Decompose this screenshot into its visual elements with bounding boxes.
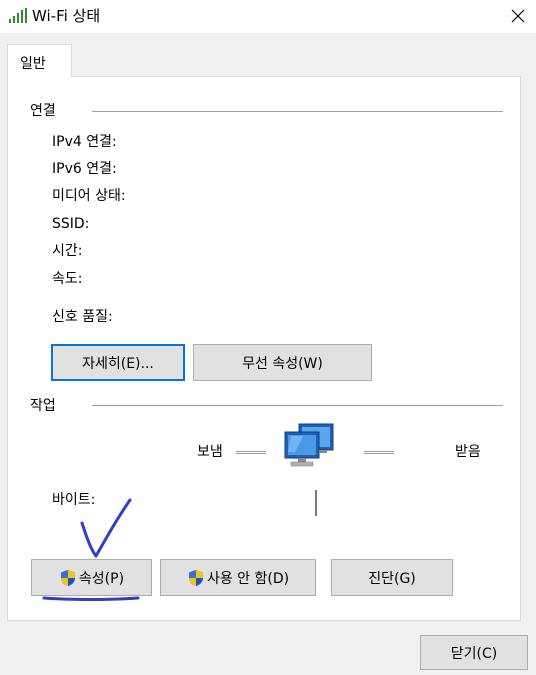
speed-label: 속도: [52,271,83,287]
uac-shield-icon [60,569,75,586]
bytes-label: 바이트: [52,492,96,508]
title-bar: Wi-Fi 상태 [0,0,536,33]
duration-label: 시간: [52,243,83,259]
tab-general-label: 일반 [20,56,46,72]
disable-button-label: 사용 안 함(D) [206,570,290,587]
wireless-properties-button-label: 무선 속성(W) [242,355,323,372]
sent-label: 보냄 [197,444,223,460]
close-dialog-button[interactable]: 닫기(C) [420,635,528,670]
disable-button[interactable]: 사용 안 함(D) [160,559,316,596]
close-icon [511,9,525,23]
network-computers-icon [284,423,334,467]
activity-divider [92,405,503,406]
ssid-label: SSID: [52,216,90,232]
connection-section-label: 연결 [30,103,56,119]
close-window-button[interactable] [500,0,536,33]
ipv6-connection-label: IPv6 연결: [52,161,117,177]
details-button[interactable]: 자세히(E)... [51,344,185,381]
received-label: 받음 [455,444,481,460]
received-line [364,451,394,454]
details-button-label: 자세히(E)... [82,355,154,372]
activity-section-label: 작업 [30,398,56,414]
properties-button-label: 속성(P) [78,570,125,587]
uac-shield-icon [188,569,203,586]
tab-general[interactable]: 일반 [7,44,72,77]
connection-divider [92,111,503,112]
wifi-signal-icon [9,8,27,23]
properties-button[interactable]: 속성(P) [31,559,152,596]
window-title: Wi-Fi 상태 [32,7,101,25]
diagnose-button-label: 진단(G) [368,570,416,587]
close-dialog-button-label: 닫기(C) [450,645,498,662]
ipv4-connection-label: IPv4 연결: [52,134,117,150]
media-state-label: 미디어 상태: [52,188,126,204]
sent-line [236,451,266,454]
diagnose-button[interactable]: 진단(G) [331,559,453,596]
signal-quality-label: 신호 품질: [52,309,113,325]
wireless-properties-button[interactable]: 무선 속성(W) [193,344,372,381]
bytes-separator [315,490,317,516]
